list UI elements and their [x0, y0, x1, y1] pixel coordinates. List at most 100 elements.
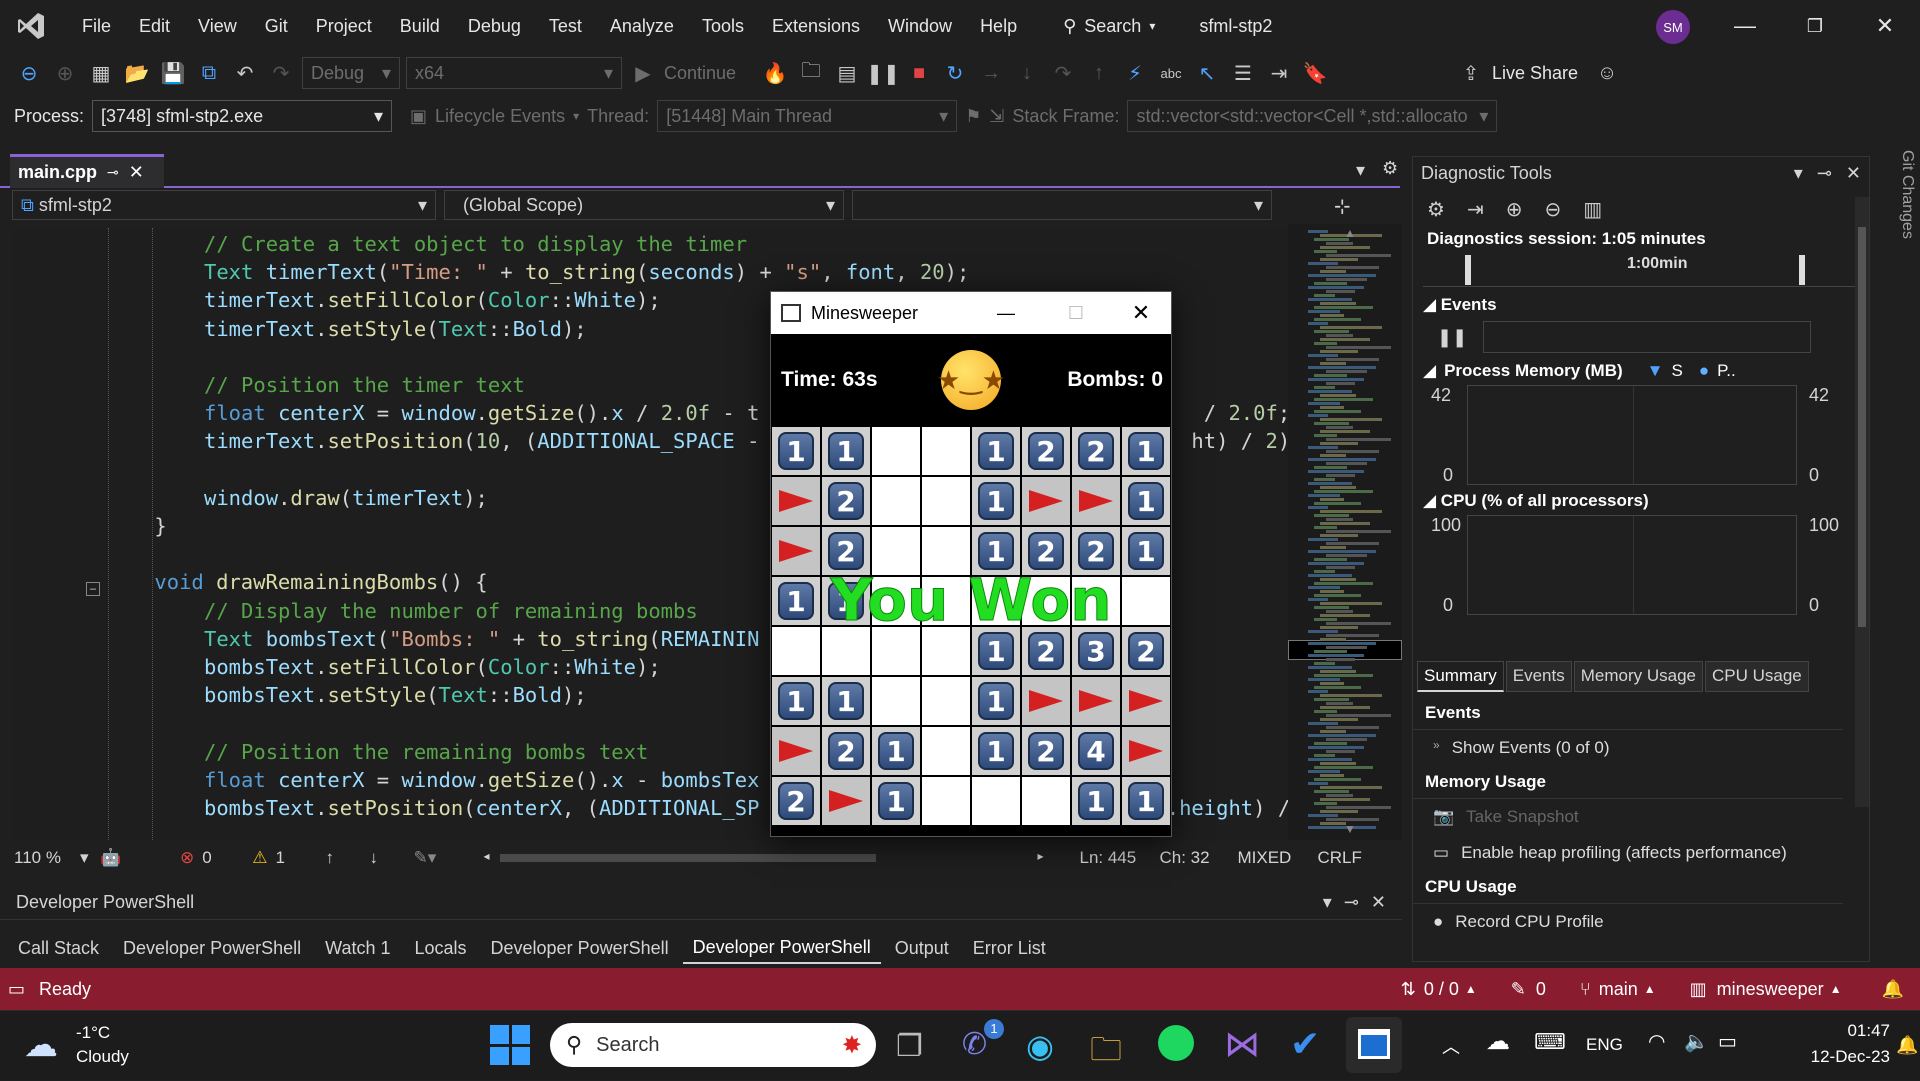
timeline-ruler[interactable]: 1:00min — [1423, 255, 1855, 287]
format-icon[interactable]: ☰ — [1228, 58, 1258, 88]
number-cell[interactable]: 1 — [771, 426, 821, 476]
empty-cell[interactable] — [771, 626, 821, 676]
undo-icon[interactable]: ↶ — [230, 58, 260, 88]
flag-cell[interactable] — [1021, 676, 1071, 726]
pin-icon[interactable]: ⊸ — [1817, 163, 1832, 184]
empty-cell[interactable] — [1021, 776, 1071, 826]
menu-git[interactable]: Git — [251, 16, 302, 37]
volume-icon[interactable]: 🔈 — [1684, 1029, 1709, 1054]
number-cell[interactable]: 1 — [871, 776, 921, 826]
flag-cell[interactable] — [1071, 676, 1121, 726]
number-cell[interactable]: 1 — [971, 476, 1021, 526]
keyboard-icon[interactable]: ⌨ — [1534, 1029, 1566, 1055]
settings-gear-icon[interactable]: ⚙ — [1427, 197, 1445, 222]
process-dropdown[interactable]: [3748] sfml-stp2.exe ▾ — [92, 100, 393, 132]
empty-cell[interactable] — [821, 626, 871, 676]
empty-cell[interactable] — [921, 476, 971, 526]
tab-summary[interactable]: Summary — [1417, 661, 1504, 692]
hot-reload-icon[interactable]: 🔥 — [760, 58, 790, 88]
panel-options-icon[interactable]: ▾ — [1323, 892, 1332, 913]
vertical-scrollbar[interactable] — [1855, 197, 1869, 807]
tab-list-dropdown-icon[interactable]: ▾ — [1356, 160, 1365, 181]
bar-chart-icon[interactable]: ▥ — [1583, 197, 1602, 222]
repo-name[interactable]: minesweeper — [1717, 979, 1824, 1000]
pause-icon[interactable]: ❚❚ — [866, 58, 900, 88]
empty-cell[interactable] — [921, 576, 971, 626]
save-icon[interactable]: 💾 — [158, 58, 188, 88]
empty-cell[interactable] — [1021, 576, 1071, 626]
number-cell[interactable]: 1 — [821, 676, 871, 726]
onedrive-icon[interactable]: ☁ — [1486, 1027, 1510, 1056]
show-next-statement-icon[interactable]: → — [976, 58, 1006, 88]
zoom-dropdown[interactable]: 110 % — [0, 848, 80, 868]
menu-file[interactable]: File — [68, 16, 125, 37]
scrollbar-thumb[interactable] — [499, 854, 876, 862]
close-button[interactable]: ✕ — [1111, 300, 1171, 326]
flag-cell[interactable] — [771, 476, 821, 526]
number-cell[interactable]: 1 — [1071, 776, 1121, 826]
take-snapshot-button[interactable]: 📷 Take Snapshot — [1413, 799, 1843, 835]
number-cell[interactable]: 4 — [1071, 726, 1121, 776]
timeline-start-handle[interactable] — [1465, 255, 1471, 285]
weather-temp[interactable]: -1°C — [76, 1023, 110, 1043]
empty-cell[interactable] — [871, 526, 921, 576]
flag-cell[interactable] — [771, 526, 821, 576]
horizontal-scrollbar[interactable]: ◂ ▸ — [484, 849, 1044, 865]
weather-cloud-icon[interactable]: ☁ — [24, 1025, 58, 1065]
zoom-in-icon[interactable]: ⊕ — [1506, 197, 1523, 222]
menu-tools[interactable]: Tools — [688, 16, 758, 37]
member-dropdown[interactable]: ▾ — [852, 190, 1272, 220]
timeline-end-handle[interactable] — [1799, 255, 1805, 285]
number-cell[interactable]: 1 — [771, 576, 821, 626]
thread-dropdown[interactable]: [51448] Main Thread ▾ — [657, 100, 958, 132]
number-cell[interactable]: 1 — [1121, 776, 1171, 826]
stack-frame-dropdown[interactable]: std::vector<std::vector<Cell *,std::allo… — [1127, 100, 1498, 132]
number-cell[interactable]: 2 — [821, 726, 871, 776]
empty-cell[interactable] — [871, 576, 921, 626]
teams-icon[interactable]: ✆ — [962, 1027, 987, 1062]
empty-cell[interactable] — [1121, 576, 1171, 626]
number-cell[interactable]: 2 — [1021, 426, 1071, 476]
clock-date[interactable]: 12-Dec-23 — [1770, 1047, 1890, 1067]
number-cell[interactable]: 2 — [821, 476, 871, 526]
number-cell[interactable]: 2 — [1021, 726, 1071, 776]
line-endings[interactable]: CRLF — [1318, 848, 1362, 868]
weather-desc[interactable]: Cloudy — [76, 1047, 129, 1067]
step-over-icon[interactable]: ↷ — [1048, 58, 1078, 88]
flag-cell[interactable] — [1021, 476, 1071, 526]
number-cell[interactable]: 1 — [971, 626, 1021, 676]
branch-icon[interactable]: ⑂ — [1580, 979, 1591, 1000]
bookmark-icon[interactable]: 🔖 — [1300, 58, 1330, 88]
menu-extensions[interactable]: Extensions — [758, 16, 874, 37]
pencil-icon[interactable]: ✎ — [1511, 979, 1526, 1000]
tab-developer-powershell[interactable]: Developer PowerShell — [481, 934, 679, 963]
menu-view[interactable]: View — [184, 16, 251, 37]
taskbar-search[interactable]: ⚲ Search ✸ — [550, 1023, 876, 1067]
empty-cell[interactable] — [971, 576, 1021, 626]
cursor-icon[interactable]: ↖ — [1192, 58, 1222, 88]
empty-cell[interactable] — [921, 426, 971, 476]
minimize-button[interactable]: — — [971, 303, 1041, 324]
number-cell[interactable]: 3 — [1071, 626, 1121, 676]
flag-cell[interactable] — [821, 776, 871, 826]
number-cell[interactable]: 2 — [821, 526, 871, 576]
number-cell[interactable]: 1 — [971, 426, 1021, 476]
record-cpu-button[interactable]: ● Record CPU Profile — [1413, 904, 1843, 940]
show-events-link[interactable]: » Show Events (0 of 0) — [1413, 730, 1843, 766]
memory-section-header[interactable]: ◢ Process Memory (MB) ▼ S ● P.. — [1413, 353, 1869, 381]
edge-icon[interactable]: ◉ — [1026, 1027, 1054, 1065]
windows-start-icon[interactable] — [490, 1025, 530, 1065]
number-cell[interactable]: 1 — [821, 576, 871, 626]
minimize-button[interactable]: — — [1710, 0, 1780, 52]
minesweeper-grid[interactable]: 11122121121221111232111211242111 — [771, 426, 1171, 826]
copilot-icon[interactable]: 🤖 — [100, 848, 150, 868]
browse-folder-icon[interactable]: 🗀 — [796, 58, 826, 88]
warning-count[interactable]: 1 — [276, 848, 326, 868]
number-cell[interactable]: 2 — [1071, 526, 1121, 576]
line-number[interactable]: Ln: 445 — [1080, 848, 1160, 868]
diagnostics-icon[interactable]: ⚡ — [1120, 58, 1150, 88]
platform-dropdown[interactable]: x64 ▾ — [406, 57, 622, 89]
export-icon[interactable]: ⇥ — [1467, 197, 1484, 222]
visual-studio-icon[interactable]: ⋈ — [1224, 1023, 1260, 1065]
maximize-button[interactable]: ☐ — [1041, 303, 1111, 324]
